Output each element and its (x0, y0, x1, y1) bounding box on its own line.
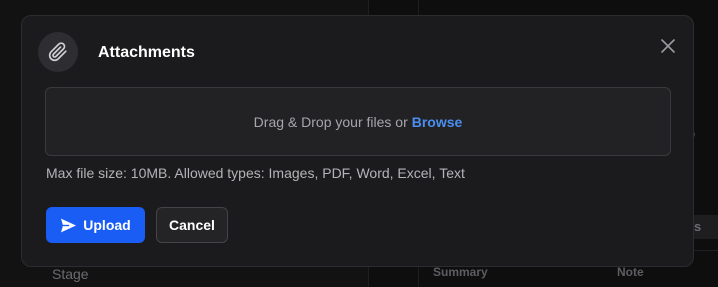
upload-button[interactable]: Upload (46, 207, 145, 243)
browse-link[interactable]: Browse (412, 114, 463, 130)
send-icon (61, 218, 77, 232)
cancel-label: Cancel (169, 217, 215, 233)
file-constraints-hint: Max file size: 10MB. Allowed types: Imag… (46, 165, 465, 181)
cancel-button[interactable]: Cancel (156, 207, 228, 243)
background-summary-header: Summary (433, 265, 488, 279)
background-stage-label: Stage (52, 266, 89, 282)
dropzone-text: Drag & Drop your files or (253, 113, 408, 130)
background-note-header: Note (617, 265, 644, 279)
upload-label: Upload (83, 217, 131, 233)
file-dropzone[interactable]: Drag & Drop your files or Browse (45, 87, 671, 156)
close-icon (661, 39, 675, 53)
attachments-dialog: Attachments Drag & Drop your files or Br… (21, 15, 694, 267)
paperclip-icon (38, 32, 78, 72)
close-button[interactable] (656, 34, 680, 58)
dialog-title: Attachments (98, 44, 195, 61)
